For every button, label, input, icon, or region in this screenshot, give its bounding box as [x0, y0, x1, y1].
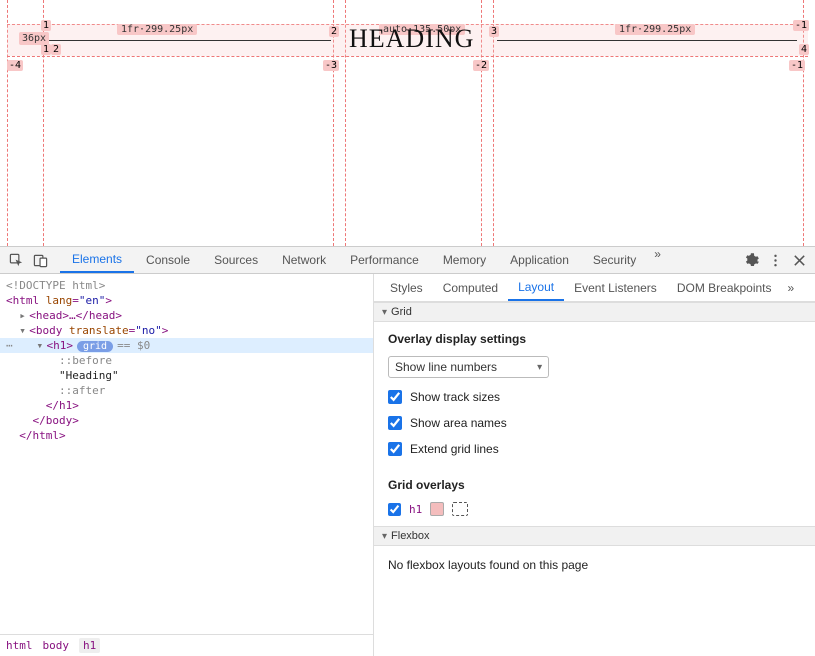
grid-line-num: -3 [323, 60, 339, 71]
devtools-toolbar: Elements Console Sources Network Perform… [0, 246, 815, 274]
preview-inner: 36px 1 2 3 -1 4 1 2 -4 -3 -2 -1 1fr·299.… [7, 0, 808, 246]
grid-overlay-style-toggle[interactable] [452, 502, 468, 516]
tabs-overflow-icon[interactable]: » [648, 247, 667, 273]
close-icon[interactable] [789, 250, 809, 270]
elements-panel: <!DOCTYPE html> <html lang="en"> ▸<head>… [0, 274, 374, 656]
dom-tree[interactable]: <!DOCTYPE html> <html lang="en"> ▸<head>… [0, 274, 373, 634]
flexbox-empty-message: No flexbox layouts found on this page [374, 546, 815, 584]
tab-sources[interactable]: Sources [202, 247, 270, 273]
breadcrumb-html[interactable]: html [6, 639, 33, 652]
tab-dom-breakpoints[interactable]: DOM Breakpoints [667, 274, 782, 301]
sidebar-tab-strip: Styles Computed Layout Event Listeners D… [374, 274, 815, 302]
line-numbers-select[interactable]: Show line numbers▾ [388, 356, 549, 378]
tab-styles[interactable]: Styles [380, 274, 433, 301]
track-label: 1fr·299.25px [615, 24, 695, 35]
check-extend-lines[interactable]: Extend grid lines [388, 442, 801, 456]
kebab-icon[interactable] [765, 250, 785, 270]
grid-line-num: -4 [7, 60, 23, 71]
grid-line-num: -1 [789, 60, 805, 71]
check-extend-lines-input[interactable] [388, 442, 402, 456]
grid-line-num: -2 [473, 60, 489, 71]
grid-line-num: 1 [41, 20, 51, 31]
grid-line-num: 4 [799, 44, 809, 55]
flexbox-section-header[interactable]: ▾Flexbox [374, 526, 815, 546]
tab-layout[interactable]: Layout [508, 274, 564, 301]
grid-overlay-h1-checkbox[interactable] [388, 503, 401, 516]
grid-overlays-title: Grid overlays [388, 478, 801, 492]
grid-line-num: -1 [793, 20, 809, 31]
inspect-icon[interactable] [6, 250, 26, 270]
check-area-names[interactable]: Show area names [388, 416, 801, 430]
grid-overlay-color-swatch[interactable] [430, 502, 444, 516]
check-track-sizes[interactable]: Show track sizes [388, 390, 801, 404]
grid-line-num: 1 [41, 44, 51, 55]
tab-memory[interactable]: Memory [431, 247, 498, 273]
heading-text: HEADING [349, 24, 474, 54]
tab-console[interactable]: Console [134, 247, 202, 273]
breadcrumb-h1[interactable]: h1 [79, 638, 100, 653]
grid-line-num: 2 [329, 26, 339, 37]
grid-line-num: 3 [489, 26, 499, 37]
tab-computed[interactable]: Computed [433, 274, 508, 301]
grid-section-header[interactable]: ▾Grid [374, 302, 815, 322]
check-area-names-input[interactable] [388, 416, 402, 430]
grid-line-num: 2 [51, 44, 61, 55]
chevron-down-icon: ▾ [537, 362, 542, 373]
tab-event-listeners[interactable]: Event Listeners [564, 274, 667, 301]
tab-elements[interactable]: Elements [60, 247, 134, 273]
grid-section: Overlay display settings Show line numbe… [374, 322, 815, 526]
page-preview: 36px 1 2 3 -1 4 1 2 -4 -3 -2 -1 1fr·299.… [0, 0, 815, 246]
sidebar-panel: Styles Computed Layout Event Listeners D… [374, 274, 815, 656]
tab-security[interactable]: Security [581, 247, 648, 273]
sidebar-tabs-overflow-icon[interactable]: » [782, 281, 801, 295]
overlay-display-settings-title: Overlay display settings [388, 332, 801, 346]
gear-icon[interactable] [741, 250, 761, 270]
track-label: 1fr·299.25px [117, 24, 197, 35]
dom-selected-h1[interactable]: ⋯ ▾<h1>grid== $0 [0, 338, 373, 353]
grid-overlay-item: h1 [388, 502, 801, 516]
grid-overlay-tagname: h1 [409, 503, 422, 516]
tab-performance[interactable]: Performance [338, 247, 431, 273]
device-toggle-icon[interactable] [30, 250, 50, 270]
breadcrumb-body[interactable]: body [43, 639, 70, 652]
main-tab-strip: Elements Console Sources Network Perform… [60, 247, 667, 273]
breadcrumb[interactable]: html body h1 [0, 634, 373, 656]
tab-network[interactable]: Network [270, 247, 338, 273]
check-track-sizes-input[interactable] [388, 390, 402, 404]
tab-application[interactable]: Application [498, 247, 581, 273]
